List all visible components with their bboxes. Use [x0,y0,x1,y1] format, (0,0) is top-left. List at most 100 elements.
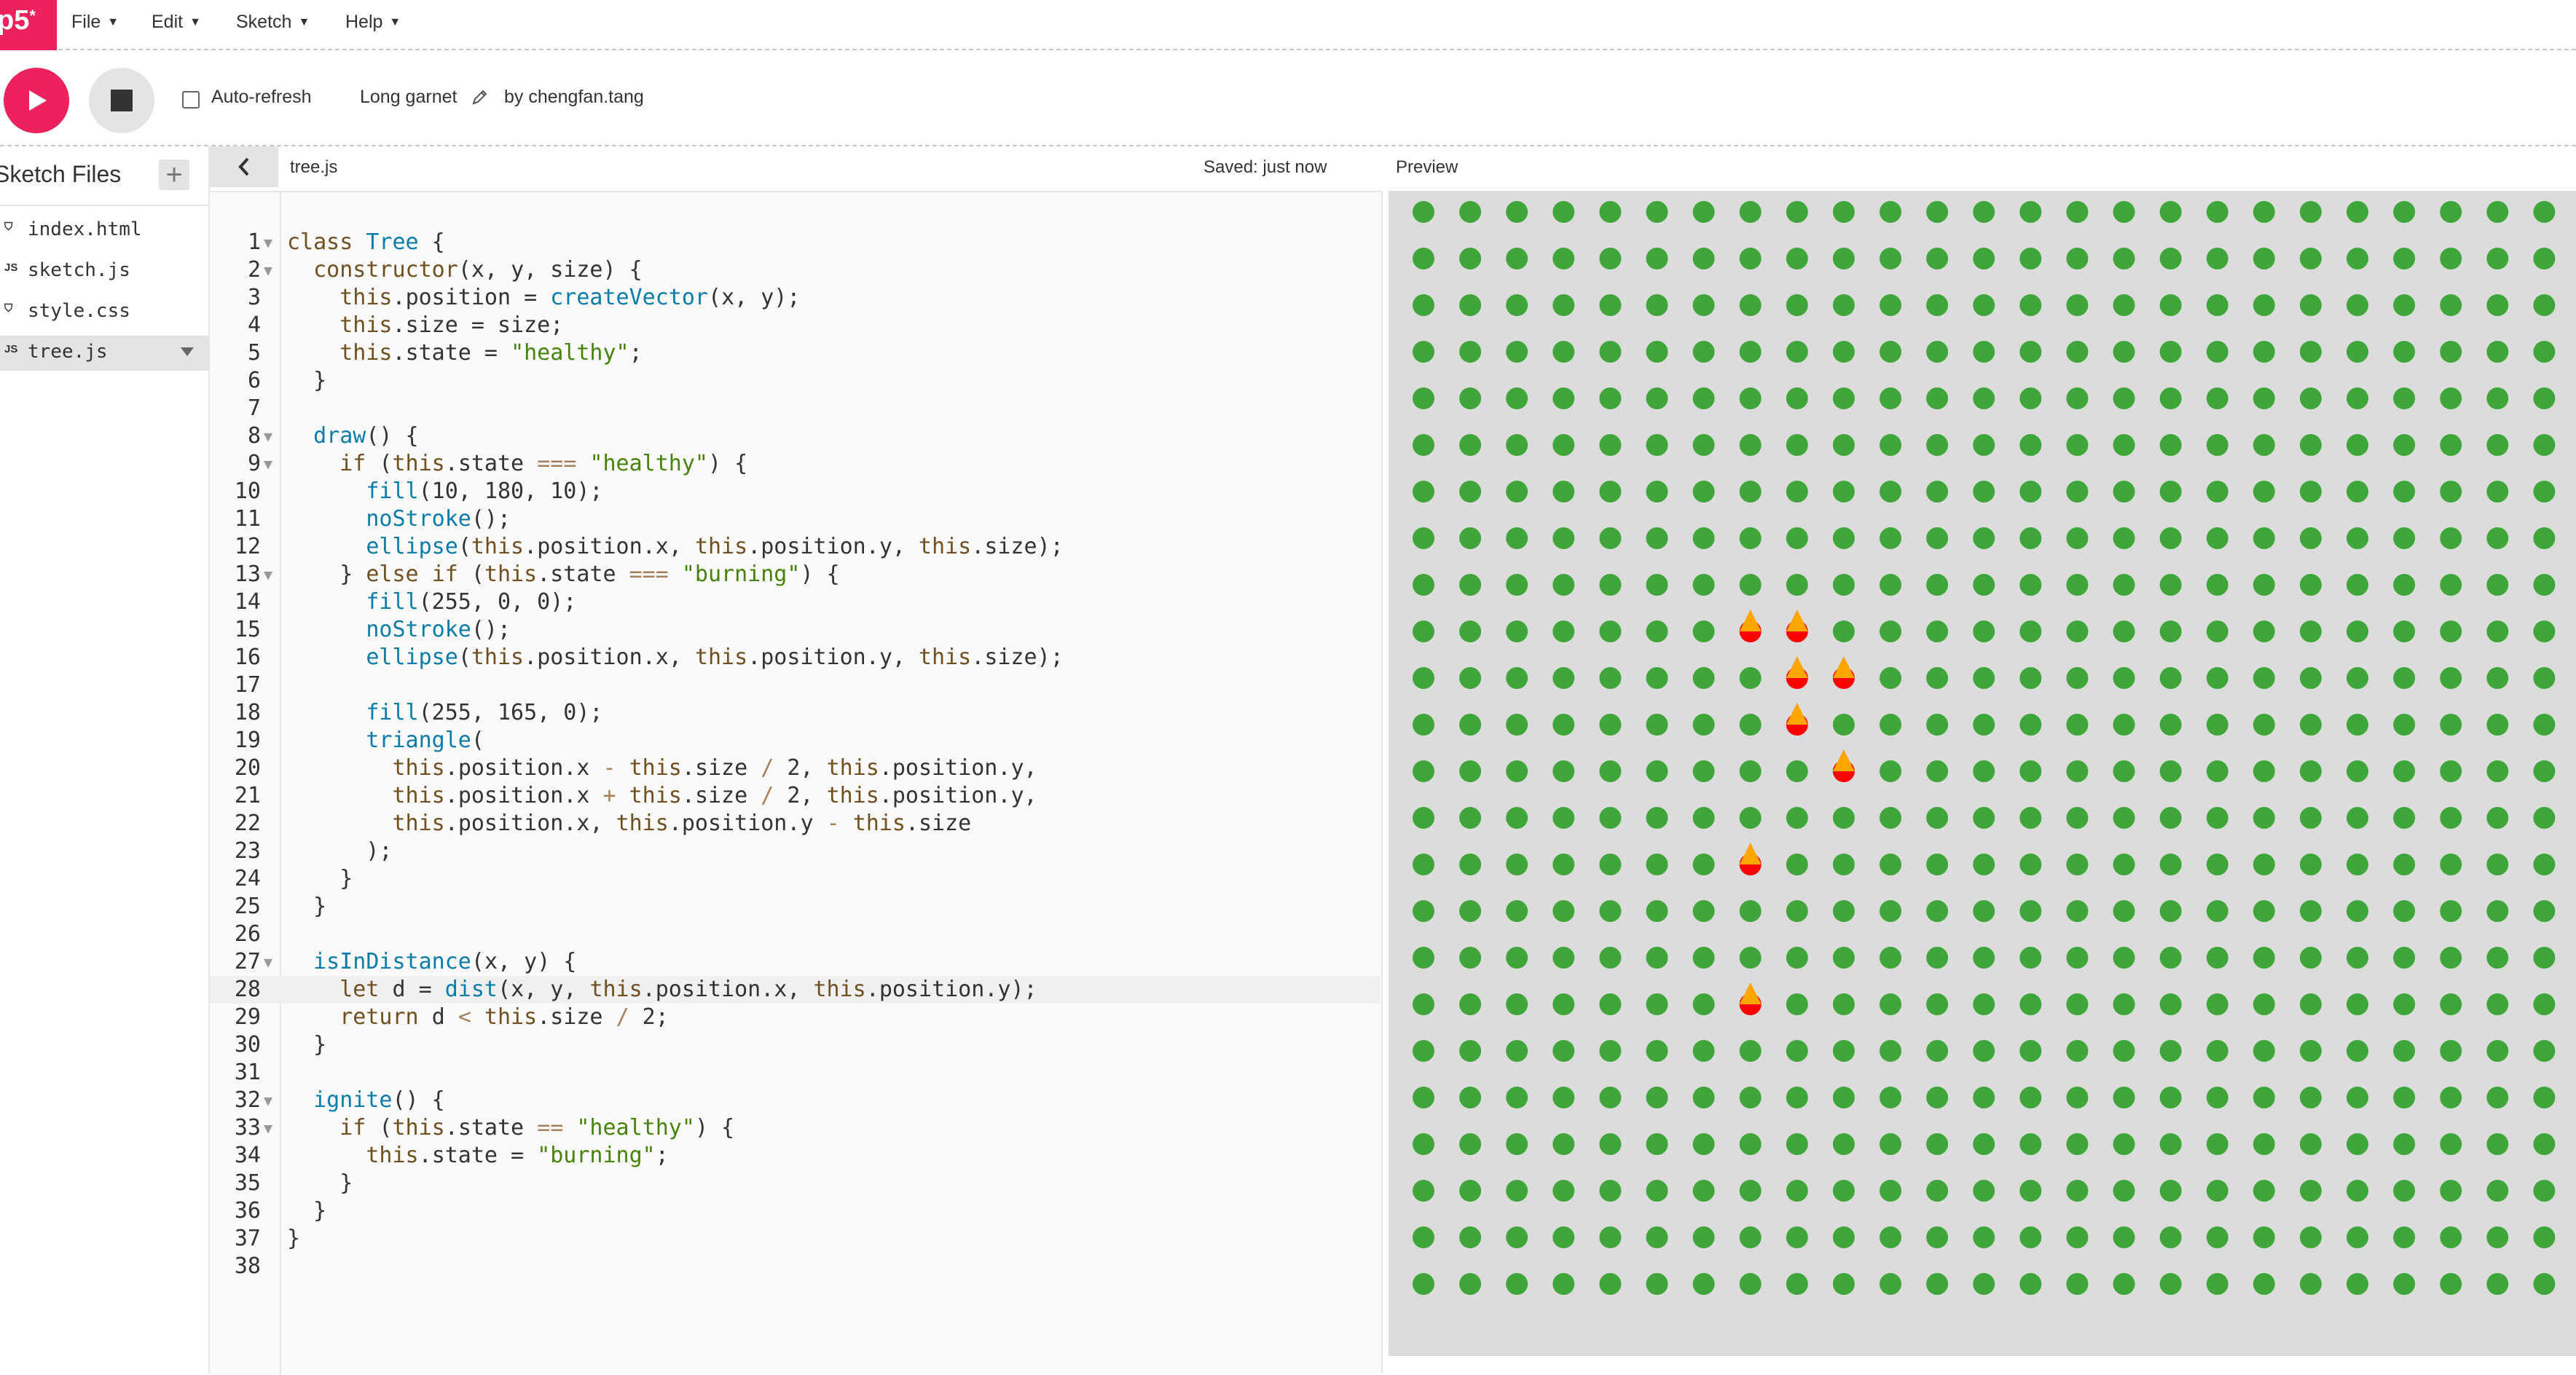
healthy-tree[interactable] [1880,481,1901,503]
menu-edit[interactable]: Edit ▼ [152,0,201,44]
healthy-tree[interactable] [2253,993,2275,1015]
burning-tree[interactable] [1832,656,1855,689]
healthy-tree[interactable] [2486,807,2509,829]
healthy-tree[interactable] [1739,1226,1762,1248]
healthy-tree[interactable] [2486,481,2509,503]
healthy-tree[interactable] [2440,341,2462,363]
healthy-tree[interactable] [1413,294,1434,316]
pencil-icon[interactable] [471,88,489,106]
code-line[interactable]: 26 [210,921,1380,948]
healthy-tree[interactable] [1832,714,1855,736]
healthy-tree[interactable] [1880,527,1901,549]
healthy-tree[interactable] [1552,294,1575,316]
healthy-tree[interactable] [2440,807,2462,829]
healthy-tree[interactable] [1552,481,1575,503]
healthy-tree[interactable] [2066,387,2089,409]
healthy-tree[interactable] [1832,1273,1855,1295]
code-line[interactable]: 14 fill(255, 0, 0); [210,588,1380,616]
healthy-tree[interactable] [1506,294,1528,316]
healthy-tree[interactable] [2066,1040,2089,1062]
healthy-tree[interactable] [1506,620,1528,642]
healthy-tree[interactable] [2299,294,2322,316]
healthy-tree[interactable] [2066,1273,2089,1295]
healthy-tree[interactable] [1739,1040,1762,1062]
healthy-tree[interactable] [2019,900,2042,922]
healthy-tree[interactable] [2533,1273,2556,1295]
healthy-tree[interactable] [2253,1087,2275,1108]
healthy-tree[interactable] [2019,294,2042,316]
fold-arrow-icon[interactable]: ▼ [264,450,272,478]
healthy-tree[interactable] [1832,527,1855,549]
healthy-tree[interactable] [2019,620,2042,642]
p5-logo[interactable]: p5* [0,0,57,50]
healthy-tree[interactable] [2393,527,2416,549]
healthy-tree[interactable] [1506,760,1528,782]
healthy-tree[interactable] [1552,760,1575,782]
healthy-tree[interactable] [1692,574,1715,596]
healthy-tree[interactable] [1692,248,1715,269]
healthy-tree[interactable] [2440,900,2462,922]
healthy-tree[interactable] [2533,574,2556,596]
healthy-tree[interactable] [2206,993,2229,1015]
healthy-tree[interactable] [1552,1133,1575,1155]
healthy-tree[interactable] [2159,714,2182,736]
healthy-tree[interactable] [1459,1180,1482,1202]
healthy-tree[interactable] [1926,248,1949,269]
healthy-tree[interactable] [2533,620,2556,642]
healthy-tree[interactable] [1692,1226,1715,1248]
healthy-tree[interactable] [2440,201,2462,223]
healthy-tree[interactable] [1413,434,1434,456]
healthy-tree[interactable] [2206,947,2229,969]
healthy-tree[interactable] [2486,527,2509,549]
healthy-tree[interactable] [2486,387,2509,409]
healthy-tree[interactable] [2533,1180,2556,1202]
healthy-tree[interactable] [2347,387,2368,409]
healthy-tree[interactable] [1786,807,1808,829]
healthy-tree[interactable] [2206,387,2229,409]
code-line[interactable]: 24 } [210,865,1380,893]
healthy-tree[interactable] [1552,201,1575,223]
healthy-tree[interactable] [1506,387,1528,409]
healthy-tree[interactable] [1880,620,1901,642]
healthy-tree[interactable] [1973,807,1995,829]
code-line[interactable]: 28 let d = dist(x, y, this.position.x, t… [210,976,1380,1004]
healthy-tree[interactable] [1646,620,1668,642]
healthy-tree[interactable] [2533,667,2556,689]
healthy-tree[interactable] [2066,714,2089,736]
healthy-tree[interactable] [1692,807,1715,829]
healthy-tree[interactable] [1973,294,1995,316]
healthy-tree[interactable] [1739,481,1762,503]
healthy-tree[interactable] [1880,201,1901,223]
healthy-tree[interactable] [1646,1180,1668,1202]
healthy-tree[interactable] [2393,1226,2416,1248]
healthy-tree[interactable] [1832,1040,1855,1062]
code-line[interactable]: 22 this.position.x, this.position.y - th… [210,810,1380,838]
healthy-tree[interactable] [1413,620,1434,642]
healthy-tree[interactable] [2347,807,2368,829]
healthy-tree[interactable] [2299,434,2322,456]
healthy-tree[interactable] [1973,620,1995,642]
fold-arrow-icon[interactable]: ▼ [264,422,272,450]
healthy-tree[interactable] [2019,667,2042,689]
healthy-tree[interactable] [2066,248,2089,269]
healthy-tree[interactable] [2206,481,2229,503]
code-line[interactable]: 37} [210,1225,1380,1253]
healthy-tree[interactable] [1646,667,1668,689]
healthy-tree[interactable] [2533,900,2556,922]
healthy-tree[interactable] [1926,201,1949,223]
healthy-tree[interactable] [1880,667,1901,689]
sketch-author[interactable]: by chengfan.tang [504,87,644,108]
healthy-tree[interactable] [2299,387,2322,409]
healthy-tree[interactable] [1880,248,1901,269]
healthy-tree[interactable] [2440,947,2462,969]
healthy-tree[interactable] [1926,434,1949,456]
healthy-tree[interactable] [2113,527,2135,549]
healthy-tree[interactable] [1786,760,1808,782]
healthy-tree[interactable] [1832,620,1855,642]
healthy-tree[interactable] [2347,620,2368,642]
healthy-tree[interactable] [2393,481,2416,503]
healthy-tree[interactable] [2019,248,2042,269]
code-line[interactable]: 35 } [210,1170,1380,1197]
healthy-tree[interactable] [2393,807,2416,829]
healthy-tree[interactable] [2159,574,2182,596]
